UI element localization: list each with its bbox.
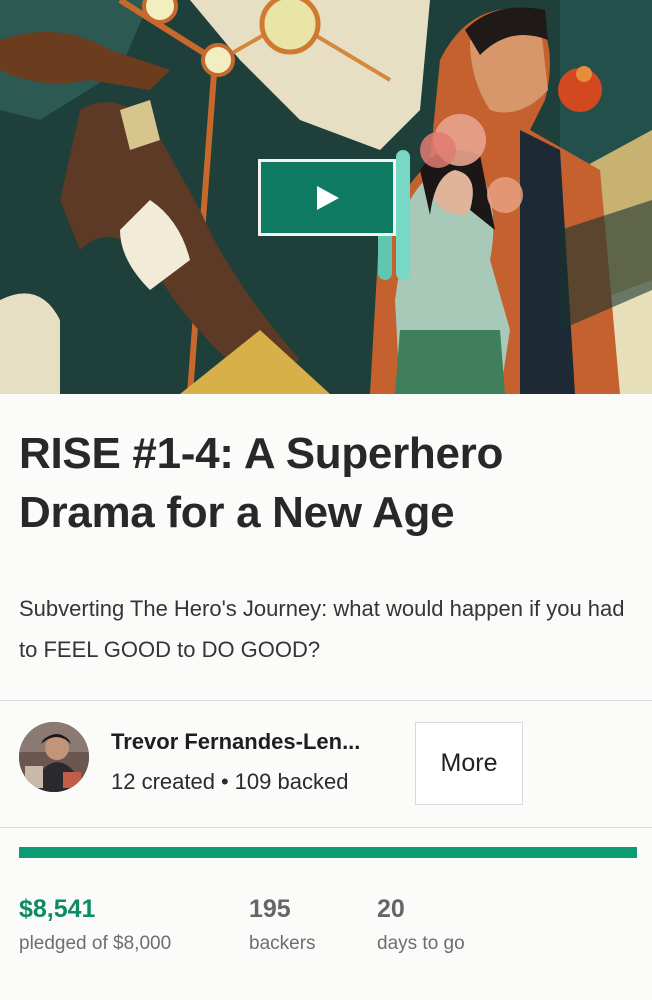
- days-count: 20: [377, 895, 405, 923]
- creator-stats: 12 created • 109 backed: [111, 769, 348, 795]
- project-title: RISE #1-4: A Superhero Drama for a New A…: [19, 429, 504, 537]
- funding-progress-fill: [19, 847, 637, 858]
- divider: [0, 827, 652, 828]
- creator-more-button[interactable]: More: [415, 722, 523, 805]
- created-count[interactable]: 12 created: [111, 769, 215, 794]
- play-icon: [317, 185, 339, 210]
- days-stat: 20 days to go: [377, 893, 465, 958]
- project-hero-video[interactable]: [0, 0, 652, 394]
- pledged-stat: $8,541 pledged of $8,000: [19, 893, 171, 958]
- creator-section: Trevor Fernandes-Len... 12 created • 109 b…: [0, 701, 652, 827]
- project-blurb: Subverting The Hero's Journey: what woul…: [19, 596, 625, 662]
- stats-separator: •: [220, 769, 229, 794]
- backers-stat: 195 backers: [249, 893, 316, 958]
- pledged-goal-label: pledged of $8,000: [19, 933, 172, 954]
- pledged-amount: $8,541: [19, 895, 96, 923]
- days-label: days to go: [377, 933, 465, 954]
- creator-name[interactable]: Trevor Fernandes-Len...: [111, 729, 401, 755]
- funding-progress-bar: [19, 847, 637, 858]
- backers-count: 195: [249, 895, 291, 923]
- creator-avatar[interactable]: [19, 722, 89, 792]
- backers-label: backers: [249, 933, 316, 954]
- play-video-button[interactable]: [258, 159, 396, 236]
- backed-count[interactable]: 109 backed: [235, 769, 349, 794]
